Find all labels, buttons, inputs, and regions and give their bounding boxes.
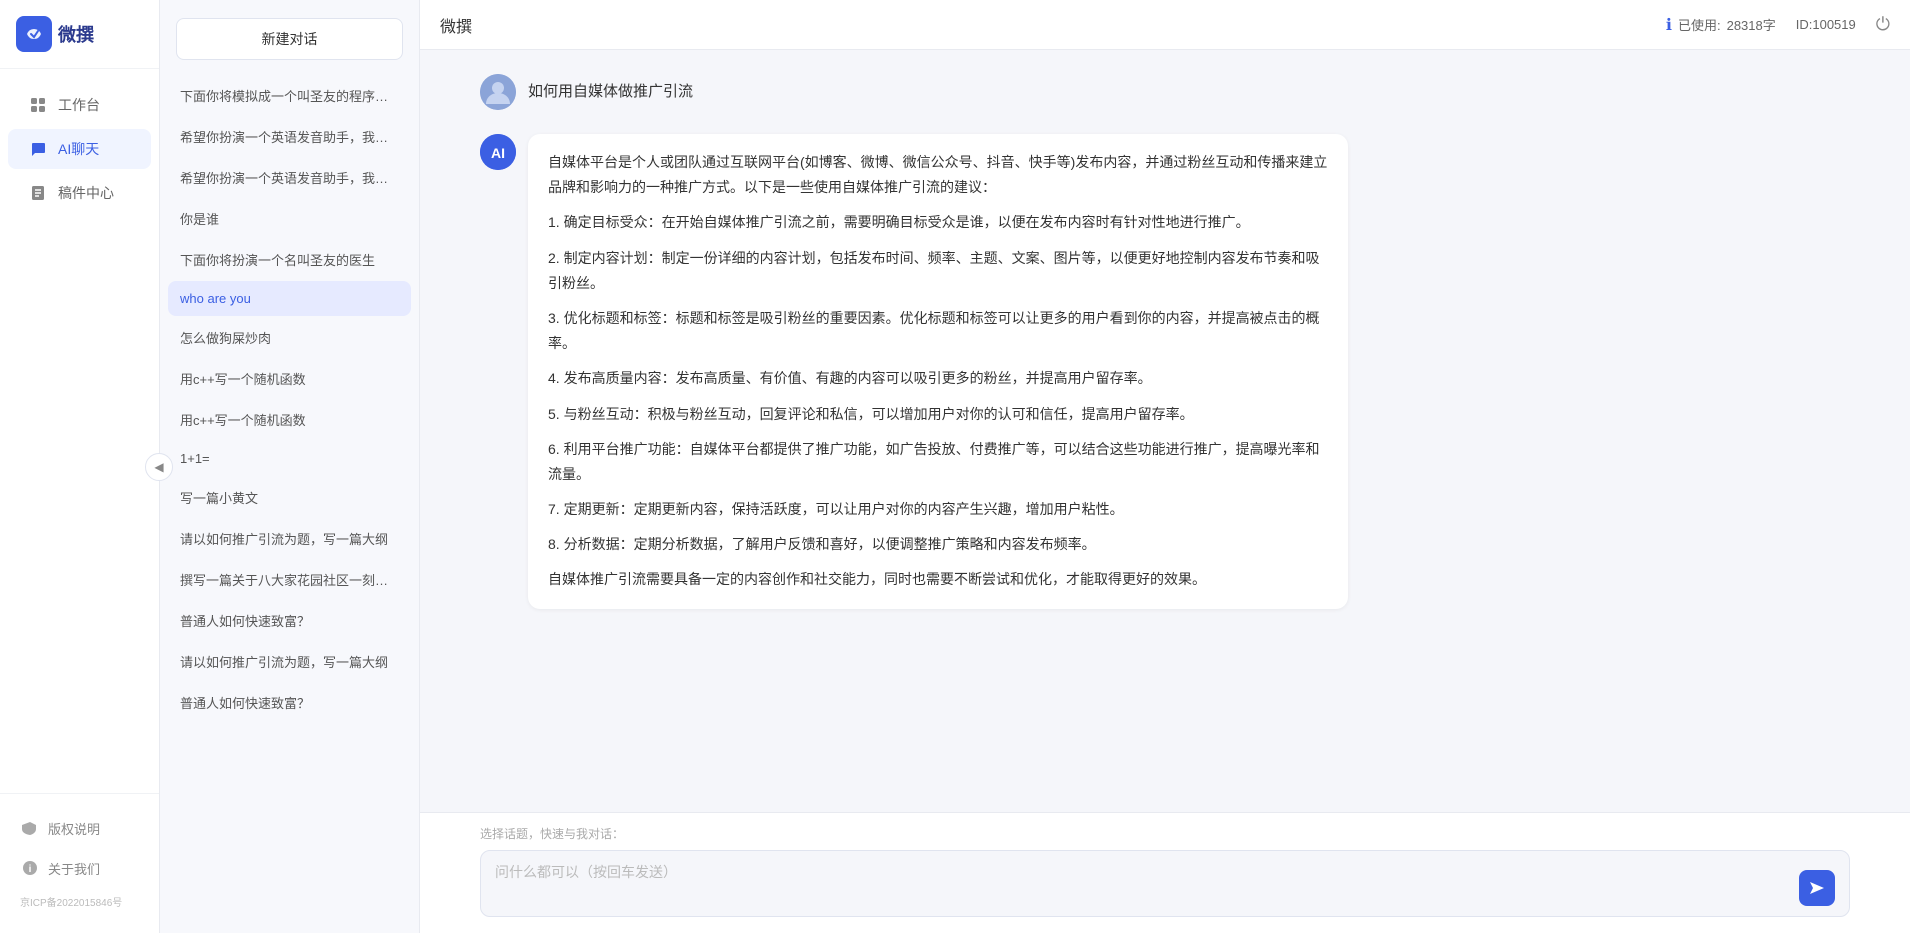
- list-item[interactable]: 普通人如何快速致富？: [168, 601, 411, 640]
- list-item[interactable]: 1+1=: [168, 441, 411, 476]
- topbar: 微撰 ℹ 已使用: 28318字 ID:100519 ⏻: [420, 0, 1910, 50]
- ai-message-content: 自媒体平台是个人或团队通过互联网平台(如博客、微博、微信公众号、抖音、快手等)发…: [528, 134, 1348, 609]
- sidebar-item-ai-chat-label: AI聊天: [58, 139, 99, 159]
- ai-message: AI 自媒体平台是个人或团队通过互联网平台(如博客、微博、微信公众号、抖音、快手…: [480, 134, 1850, 609]
- ai-paragraph-9: 自媒体推广引流需要具备一定的内容创作和社交能力，同时也需要不断尝试和优化，才能取…: [548, 567, 1328, 592]
- list-item[interactable]: 撰写一篇关于八大家花园社区一刻钟便民生...: [168, 560, 411, 599]
- list-item[interactable]: 用c++写一个随机函数: [168, 400, 411, 439]
- sidebar-about[interactable]: i 关于我们: [8, 850, 151, 886]
- list-item[interactable]: 你是谁: [168, 199, 411, 238]
- sidebar-copyright-label: 版权说明: [48, 819, 100, 838]
- quick-prompt-label: 选择话题，快速与我对话：: [480, 825, 1850, 842]
- topbar-id: ID:100519: [1796, 17, 1856, 32]
- sidebar-item-drafts[interactable]: 稿件中心: [8, 173, 151, 213]
- icp-text: 京ICP备2022015846号: [8, 890, 151, 917]
- ai-paragraph-5: 5. 与粉丝互动：积极与粉丝互动，回复评论和私信，可以增加用户对你的认可和信任，…: [548, 402, 1328, 427]
- user-message: 如何用自媒体做推广引流: [480, 74, 1850, 110]
- send-button[interactable]: [1799, 870, 1835, 906]
- main-content: 微撰 ℹ 已使用: 28318字 ID:100519 ⏻ 如何用自媒体做推广引流: [420, 0, 1910, 933]
- sidebar-nav: 工作台 AI聊天 稿件中心: [0, 69, 159, 793]
- list-item[interactable]: 写一篇小黄文: [168, 478, 411, 517]
- list-item-active[interactable]: who are you: [168, 281, 411, 316]
- sidebar-collapse-button[interactable]: ◀: [145, 453, 173, 481]
- user-message-text: 如何用自媒体做推广引流: [528, 74, 693, 101]
- usage-label: 已使用:: [1678, 15, 1721, 34]
- chat-list-header: 新建对话: [160, 0, 419, 72]
- ai-paragraph-6: 6. 利用平台推广功能：自媒体平台都提供了推广功能，如广告投放、付费推广等，可以…: [548, 437, 1328, 487]
- list-item[interactable]: 希望你扮演一个英语发音助手，我提供给你...: [168, 158, 411, 197]
- svg-text:AI: AI: [491, 145, 505, 161]
- info-icon: ℹ: [1666, 15, 1672, 35]
- input-box-wrapper: [480, 850, 1850, 917]
- list-item[interactable]: 请以如何推广引流为题，写一篇大纲: [168, 642, 411, 681]
- list-item[interactable]: 下面你将扮演一个名叫圣友的医生: [168, 240, 411, 279]
- ai-paragraph-1: 1. 确定目标受众：在开始自媒体推广引流之前，需要明确目标受众是谁，以便在发布内…: [548, 210, 1328, 235]
- shield-icon: [20, 818, 40, 838]
- ai-paragraph-3: 3. 优化标题和标签：标题和标签是吸引粉丝的重要因素。优化标题和标签可以让更多的…: [548, 306, 1328, 356]
- logo-area: 微撰: [0, 0, 159, 69]
- input-area: 选择话题，快速与我对话：: [420, 812, 1910, 933]
- sidebar-about-label: 关于我们: [48, 859, 100, 878]
- ai-avatar: AI: [480, 134, 516, 170]
- sidebar-item-ai-chat[interactable]: AI聊天: [8, 129, 151, 169]
- list-item[interactable]: 请以如何推广引流为题，写一篇大纲: [168, 519, 411, 558]
- ai-paragraph-4: 4. 发布高质量内容：发布高质量、有价值、有趣的内容可以吸引更多的粉丝，并提高用…: [548, 366, 1328, 391]
- ai-paragraph-7: 7. 定期更新：定期更新内容，保持活跃度，可以让用户对你的内容产生兴趣，增加用户…: [548, 497, 1328, 522]
- list-item[interactable]: 下面你将模拟成一个叫圣友的程序员，我说...: [168, 76, 411, 115]
- sidebar-item-drafts-label: 稿件中心: [58, 183, 114, 203]
- list-item[interactable]: 怎么做狗屎炒肉: [168, 318, 411, 357]
- sidebar-item-workbench[interactable]: 工作台: [8, 85, 151, 125]
- new-chat-button[interactable]: 新建对话: [176, 18, 403, 60]
- logout-icon[interactable]: ⏻: [1876, 14, 1890, 35]
- send-icon: [1808, 879, 1826, 897]
- chat-input[interactable]: [495, 861, 1789, 906]
- usage-value: 28318字: [1727, 15, 1776, 34]
- topbar-title: 微撰: [440, 13, 472, 37]
- chat-area: 如何用自媒体做推广引流 AI 自媒体平台是个人或团队通过互联网平台(如博客、微博…: [420, 50, 1910, 812]
- logo-icon: [16, 16, 52, 52]
- sidebar-copyright[interactable]: 版权说明: [8, 810, 151, 846]
- svg-text:i: i: [29, 864, 32, 875]
- list-item[interactable]: 希望你扮演一个英语发音助手，我提供给你...: [168, 117, 411, 156]
- document-icon: [28, 183, 48, 203]
- info-circle-icon: i: [20, 858, 40, 878]
- ai-paragraph-8: 8. 分析数据：定期分析数据，了解用户反馈和喜好，以便调整推广策略和内容发布频率…: [548, 532, 1328, 557]
- topbar-right: ℹ 已使用: 28318字 ID:100519 ⏻: [1666, 14, 1890, 35]
- ai-paragraph-2: 2. 制定内容计划：制定一份详细的内容计划，包括发布时间、频率、主题、文案、图片…: [548, 246, 1328, 296]
- list-item[interactable]: 用c++写一个随机函数: [168, 359, 411, 398]
- grid-icon: [28, 95, 48, 115]
- chat-list-panel: 新建对话 下面你将模拟成一个叫圣友的程序员，我说... 希望你扮演一个英语发音助…: [160, 0, 420, 933]
- user-avatar: [480, 74, 516, 110]
- chat-items-list: 下面你将模拟成一个叫圣友的程序员，我说... 希望你扮演一个英语发音助手，我提供…: [160, 72, 419, 933]
- list-item[interactable]: 普通人如何快速致富？: [168, 683, 411, 722]
- topbar-usage: ℹ 已使用: 28318字: [1666, 15, 1776, 35]
- chat-icon: [28, 139, 48, 159]
- ai-paragraph-0: 自媒体平台是个人或团队通过互联网平台(如博客、微博、微信公众号、抖音、快手等)发…: [548, 150, 1328, 200]
- sidebar: 微撰 工作台 AI聊天: [0, 0, 160, 933]
- logo-text: 微撰: [58, 21, 94, 47]
- sidebar-bottom: 版权说明 i 关于我们 京ICP备2022015846号: [0, 793, 159, 933]
- sidebar-item-workbench-label: 工作台: [58, 95, 100, 115]
